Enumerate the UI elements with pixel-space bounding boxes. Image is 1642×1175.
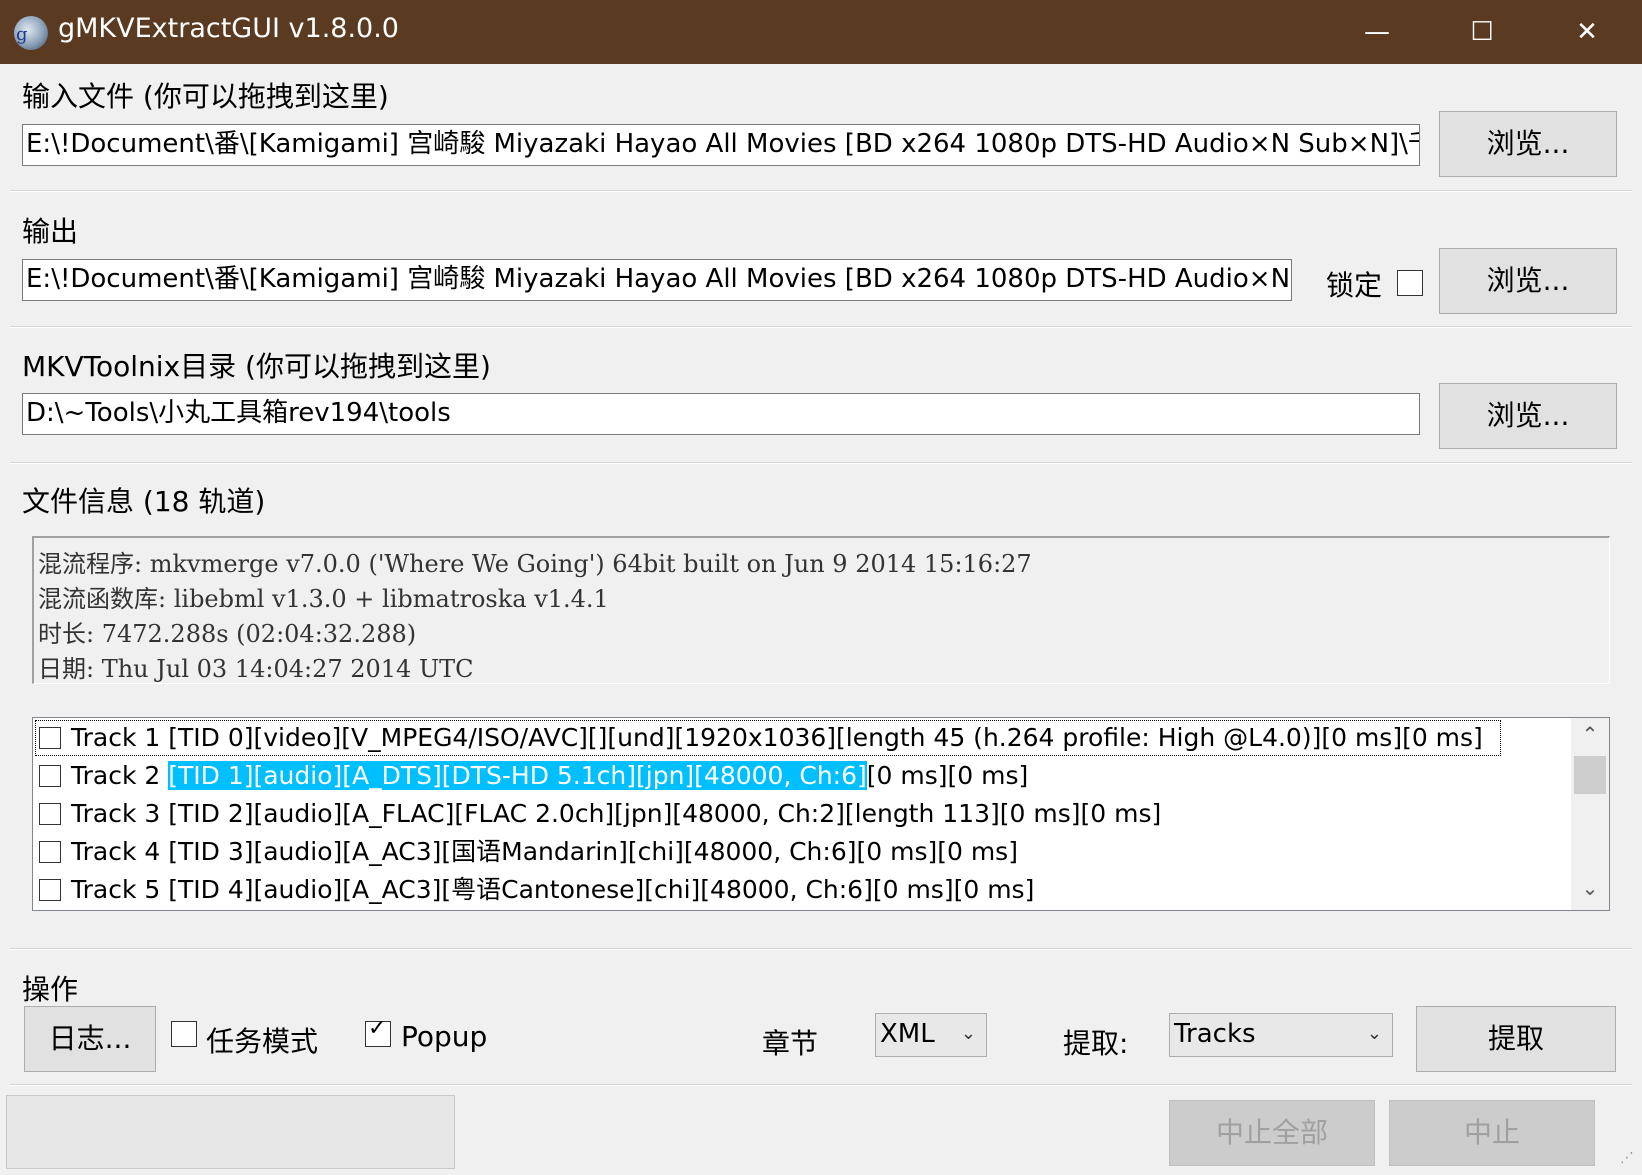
input-browse-button[interactable]: 浏览...	[1439, 111, 1617, 177]
extract-mode-dropdown[interactable]: Tracks ⌄	[1169, 1013, 1393, 1057]
info-line: 日期: Thu Jul 03 14:04:27 2014 UTC	[38, 655, 474, 683]
separator	[10, 462, 1632, 464]
lock-checkbox[interactable]	[1397, 270, 1423, 296]
track-list[interactable]: Track 1 [TID 0][video][V_MPEG4/ISO/AVC][…	[32, 717, 1610, 911]
track-row[interactable]: Track 3 [TID 2][audio][A_FLAC][FLAC 2.0c…	[35, 796, 1501, 832]
minimize-icon: —	[1364, 17, 1390, 47]
track-list-scrollbar[interactable]: ⌃ ⌄	[1571, 718, 1609, 910]
chevron-down-icon: ⌄	[1366, 1023, 1382, 1044]
window-title: gMKVExtractGUI v1.8.0.0	[58, 13, 399, 44]
track-detail: [TID 4][audio][A_AC3][粤语Cantonese][chi][…	[168, 875, 1035, 904]
track-detail: [TID 0][video][V_MPEG4/ISO/AVC][][und][1…	[168, 723, 1483, 752]
track-checkbox[interactable]	[39, 879, 61, 901]
popup-label: Popup	[401, 1020, 488, 1053]
track-checkbox[interactable]	[39, 765, 61, 787]
scroll-thumb[interactable]	[1574, 756, 1606, 794]
close-icon: ✕	[1576, 17, 1598, 47]
separator	[10, 948, 1632, 950]
track-row[interactable]: Track 4 [TID 3][audio][A_AC3][国语Mandarin…	[35, 834, 1501, 870]
mkvtoolnix-label: MKVToolnix目录 (你可以拖拽到这里)	[22, 350, 491, 383]
track-text: Track 3 [TID 2][audio][A_FLAC][FLAC 2.0c…	[71, 796, 1161, 832]
resize-grip-icon[interactable]: ⋰	[1620, 1150, 1640, 1170]
lock-label: 锁定	[1326, 269, 1383, 302]
scroll-up-icon[interactable]: ⌃	[1571, 722, 1609, 752]
chapters-label: 章节	[762, 1027, 819, 1060]
track-prefix: Track 4	[71, 837, 169, 866]
track-row[interactable]: Track 1 [TID 0][video][V_MPEG4/ISO/AVC][…	[35, 720, 1501, 756]
log-button[interactable]: 日志...	[24, 1006, 156, 1072]
input-file-field[interactable]: E:\!Document\番\[Kamigami] 宫崎駿 Miyazaki H…	[22, 124, 1420, 166]
abort-button[interactable]: 中止	[1389, 1100, 1595, 1166]
separator	[10, 190, 1632, 192]
minimize-button[interactable]: —	[1325, 0, 1429, 64]
track-checkbox[interactable]	[39, 841, 61, 863]
extract-mode-label: 提取:	[1063, 1027, 1129, 1060]
title-bar[interactable]: g gMKVExtractGUI v1.8.0.0 — ☐ ✕	[0, 0, 1642, 64]
extract-mode-value: Tracks	[1174, 1019, 1256, 1049]
output-field[interactable]: E:\!Document\番\[Kamigami] 宫崎駿 Miyazaki H…	[22, 259, 1292, 301]
file-info-box: 混流程序: mkvmerge v7.0.0 ('Where We Going')…	[32, 536, 1610, 684]
chapters-value: XML	[880, 1019, 935, 1049]
info-line: 时长: 7472.288s (02:04:32.288)	[38, 620, 417, 648]
track-text: Track 2 [TID 1][audio][A_DTS][DTS-HD 5.1…	[71, 758, 1028, 794]
mkvtoolnix-field[interactable]: D:\~Tools\小丸工具箱rev194\tools	[22, 393, 1420, 435]
info-line: 混流函数库: libebml v1.3.0 + libmatroska v1.4…	[38, 585, 609, 613]
track-text: Track 1 [TID 0][video][V_MPEG4/ISO/AVC][…	[71, 720, 1483, 756]
track-checkbox[interactable]	[39, 727, 61, 749]
track-selected-text: [TID 1][audio][A_DTS][DTS-HD 5.1ch][jpn]…	[168, 761, 867, 790]
file-info-label: 文件信息 (18 轨道)	[22, 485, 266, 518]
extract-button[interactable]: 提取	[1416, 1006, 1616, 1072]
close-button[interactable]: ✕	[1535, 0, 1639, 64]
chevron-down-icon: ⌄	[960, 1023, 976, 1044]
track-detail: [TID 3][audio][A_AC3][国语Mandarin][chi][4…	[168, 837, 1018, 866]
track-detail: [TID 2][audio][A_FLAC][FLAC 2.0ch][jpn][…	[168, 799, 1162, 828]
scroll-down-icon[interactable]: ⌄	[1571, 876, 1609, 906]
output-browse-button[interactable]: 浏览...	[1439, 248, 1617, 314]
track-prefix: Track 5	[71, 875, 169, 904]
track-row[interactable]: Track 2 [TID 1][audio][A_DTS][DTS-HD 5.1…	[35, 758, 1501, 794]
track-row[interactable]: Track 5 [TID 4][audio][A_AC3][粤语Cantones…	[35, 872, 1501, 908]
maximize-button[interactable]: ☐	[1430, 0, 1534, 64]
maximize-icon: ☐	[1470, 17, 1494, 47]
track-text: Track 5 [TID 4][audio][A_AC3][粤语Cantones…	[71, 872, 1034, 908]
track-checkbox[interactable]	[39, 803, 61, 825]
abort-all-button[interactable]: 中止全部	[1169, 1100, 1375, 1166]
actions-label: 操作	[22, 973, 79, 1006]
track-detail: [0 ms][0 ms]	[866, 761, 1029, 790]
track-text: Track 4 [TID 3][audio][A_AC3][国语Mandarin…	[71, 834, 1018, 870]
job-mode-label: 任务模式	[206, 1025, 319, 1058]
popup-checkbox[interactable]	[365, 1016, 391, 1047]
progress-bar	[6, 1095, 455, 1169]
track-prefix: Track 2	[71, 761, 169, 790]
app-icon: g	[14, 16, 48, 50]
mkvtoolnix-browse-button[interactable]: 浏览...	[1439, 383, 1617, 449]
track-prefix: Track 1	[71, 723, 169, 752]
job-mode-checkbox[interactable]	[171, 1021, 197, 1047]
output-label: 输出	[22, 215, 79, 248]
track-prefix: Track 3	[71, 799, 169, 828]
separator	[10, 1084, 1632, 1086]
separator	[10, 326, 1632, 328]
info-line: 混流程序: mkvmerge v7.0.0 ('Where We Going')…	[38, 550, 1032, 578]
chapters-dropdown[interactable]: XML ⌄	[875, 1013, 987, 1057]
input-file-label: 输入文件 (你可以拖拽到这里)	[22, 80, 389, 113]
